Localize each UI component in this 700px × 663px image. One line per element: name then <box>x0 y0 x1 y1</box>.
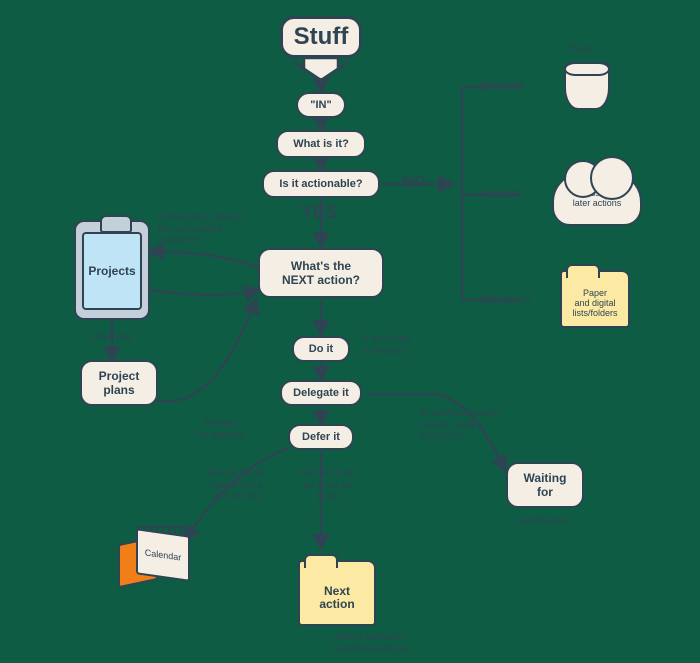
label-planning: Planning <box>92 332 131 344</box>
folder-next-action-text: Next action <box>319 585 354 611</box>
label-trash: Trash <box>568 44 593 56</box>
label-defer-right: For me to do, as soon as I can <box>288 468 368 503</box>
label-eliminate: Eliminate <box>480 80 525 93</box>
label-action-reminder: Action reminder lists/folders/trays <box>334 632 454 655</box>
label-comm-track: In communication system, and track it on <box>420 408 530 443</box>
label-incubate: Incubate <box>480 188 522 201</box>
node-next-action-q: What's the NEXT action? <box>258 248 384 298</box>
node-stuff: Stuff <box>280 16 362 58</box>
node-project-plans: Project plans <box>80 360 158 406</box>
label-multistep: If multi-step, what's the successful out… <box>158 212 268 247</box>
label-waiting-cap: Lists/folders <box>516 516 569 528</box>
folder-reference-text: Paper and digital lists/folders <box>572 289 617 319</box>
node-what-is-it: What is it? <box>276 130 366 158</box>
node-do-it: Do it <box>292 336 350 362</box>
clipboard-projects: Projects <box>74 220 150 320</box>
label-review: Review for Actions <box>190 418 250 441</box>
node-delegate: Delegate it <box>280 380 362 406</box>
node-defer: Defer it <box>288 424 354 450</box>
label-no: NO <box>402 174 426 192</box>
cloud-text: Possible later actions <box>573 189 622 209</box>
label-reference: Reference <box>480 294 531 307</box>
cloud-later-actions: Possible later actions <box>552 172 642 226</box>
label-two-minutes: If less than 2 minutes <box>362 334 442 357</box>
calendar-icon: Calendar <box>118 532 190 580</box>
folder-next-action: Next action <box>298 560 376 626</box>
folder-reference: Paper and digital lists/folders <box>560 270 630 328</box>
label-yes: YES <box>301 202 337 223</box>
clipboard-label: Projects <box>82 232 142 310</box>
trash-icon <box>564 62 610 110</box>
calendar-label: Calendar <box>145 547 182 562</box>
gtd-diagram: Stuff "IN" What is it? Is it actionable?… <box>0 0 700 663</box>
node-waiting-for: Waiting for <box>506 462 584 508</box>
label-defer-left: For me to do, specific to a day or time <box>192 468 282 503</box>
node-actionable: Is it actionable? <box>262 170 380 198</box>
node-in: "IN" <box>296 92 346 118</box>
